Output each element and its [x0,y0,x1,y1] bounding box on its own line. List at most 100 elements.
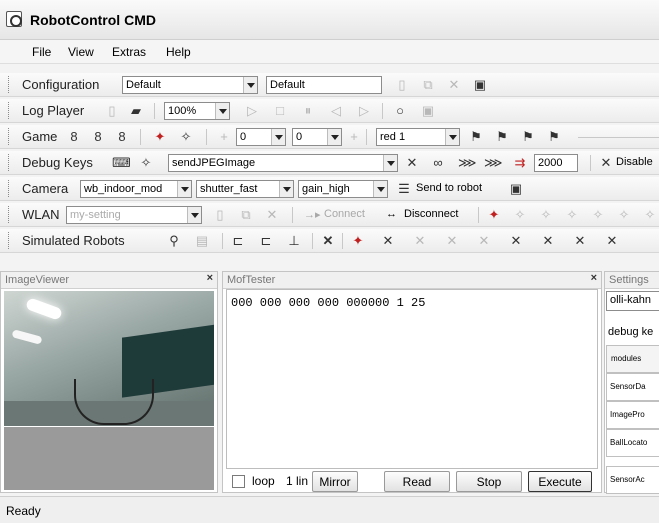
flag-icon[interactable]: ⚑ [520,129,536,145]
robot-icon[interactable]: ✦ [152,129,168,145]
infinity-icon[interactable]: ∞ [430,155,446,171]
delete-icon[interactable]: ✕ [446,77,462,93]
execute-button[interactable]: Execute [528,471,592,492]
robot-icon[interactable]: ✧ [564,207,580,223]
configuration-name-input[interactable]: Default [266,76,382,94]
plus-icon[interactable]: + [216,129,232,145]
wlan-setting-combo[interactable]: my-setting [66,206,202,224]
stop-button[interactable]: Stop [456,471,522,492]
menu-help[interactable]: Help [166,45,191,59]
module-row[interactable]: SensorDa [606,373,659,401]
send-icon[interactable]: ⋙ [458,155,477,171]
toolbar-grip[interactable] [8,232,10,249]
game-field1-combo[interactable]: 0 [236,128,286,146]
connect-button[interactable]: Connect [324,208,365,220]
mirror-button[interactable]: Mirror [312,471,358,492]
zoom-combo[interactable]: 100% [164,102,230,120]
send-icon[interactable]: ⋙ [484,155,503,171]
step-back-icon[interactable]: ◁ [328,103,344,119]
menu-extras[interactable]: Extras [112,45,146,59]
timer-icon[interactable]: ⇉ [512,155,528,171]
flag-icon[interactable]: ⚑ [468,129,484,145]
flag-icon[interactable]: ⚑ [546,129,562,145]
pause-icon[interactable]: ⏸ [300,103,316,119]
gain-combo[interactable]: gain_high [298,180,388,198]
drag-icon[interactable]: ✕ [604,233,620,249]
drag-icon[interactable]: ✕ [476,233,492,249]
close-icon[interactable]: ✕ [404,155,420,171]
robot-icon[interactable]: ✧ [616,207,632,223]
connect-icon: →▸ [304,209,321,221]
new-file-icon[interactable]: ▯ [104,103,120,119]
save-icon[interactable]: ▣ [472,77,488,93]
record-icon[interactable]: ○ [392,103,408,119]
team-combo[interactable]: red 1 [376,128,460,146]
toolbar-grip[interactable] [8,102,10,119]
shutter-combo[interactable]: shutter_fast [196,180,294,198]
loop-checkbox[interactable] [232,475,245,488]
drag-icon[interactable]: ✕ [572,233,588,249]
play-icon[interactable]: ▷ [244,103,260,119]
robot-icon[interactable]: ✧ [512,207,528,223]
module-row[interactable]: SensorAc [606,466,659,494]
debug-command-combo[interactable]: sendJPEGImage [168,154,398,172]
robot-icon[interactable]: ✦ [350,233,366,249]
robot-icon[interactable]: ✧ [178,129,194,145]
new-file-icon[interactable]: ▯ [212,207,228,223]
send-icon[interactable]: ☰ [396,181,412,197]
close-icon[interactable]: ✕ [598,155,614,171]
module-row[interactable]: ImagePro [606,401,659,429]
robot-state-icon[interactable]: 8 [66,129,82,145]
toolbar-grip[interactable] [8,76,10,93]
search-icon[interactable]: ⚲ [166,233,182,249]
close-icon[interactable]: ✕ [320,233,336,249]
close-icon[interactable]: × [207,272,213,284]
module-row[interactable]: BallLocato [606,429,659,457]
new-file-icon[interactable]: ▯ [394,77,410,93]
robot-icon[interactable]: ✧ [642,207,658,223]
game-field2-combo[interactable]: 0 [292,128,342,146]
copy-icon[interactable]: ⧉ [238,207,254,223]
open-folder-icon[interactable]: ▰ [128,103,144,119]
menu-view[interactable]: View [68,45,94,59]
robot-icon[interactable]: ✧ [538,207,554,223]
drag-icon[interactable]: ✕ [540,233,556,249]
screenshot-icon[interactable]: ▤ [194,233,210,249]
menu-file[interactable]: File [32,45,51,59]
move-icon[interactable]: ⊏ [230,233,246,249]
drag-icon[interactable]: ✕ [444,233,460,249]
close-icon[interactable]: × [591,272,597,284]
toolbar-grip[interactable] [8,154,10,171]
disable-button[interactable]: Disable [616,156,653,168]
robot-icon[interactable]: ✧ [590,207,606,223]
move-icon[interactable]: ⊥ [286,233,302,249]
robot-icon[interactable]: ✧ [138,155,154,171]
toolbar-grip[interactable] [8,128,10,145]
disconnect-button[interactable]: Disconnect [404,208,458,220]
robot-icon[interactable]: ✦ [486,207,502,223]
drag-icon[interactable]: ✕ [508,233,524,249]
configuration-combo[interactable]: Default [122,76,258,94]
save-icon[interactable]: ▣ [420,103,436,119]
step-forward-icon[interactable]: ▷ [356,103,372,119]
delete-icon[interactable]: ✕ [264,207,280,223]
flag-icon[interactable]: ⚑ [494,129,510,145]
robot-state-icon[interactable]: 8 [90,129,106,145]
toolbar-grip[interactable] [8,180,10,197]
read-button[interactable]: Read [384,471,450,492]
toolbar-grip[interactable] [8,206,10,223]
stop-icon[interactable]: □ [272,103,288,119]
settings-input[interactable]: olli-kahn [606,291,659,311]
camera-setting-combo[interactable]: wb_indoor_mod [80,180,192,198]
send-to-robot-button[interactable]: Send to robot [416,182,482,194]
robot-state-icon[interactable]: 8 [114,129,130,145]
copy-icon[interactable]: ⧉ [420,77,436,93]
drag-icon[interactable]: ✕ [412,233,428,249]
keyboard-icon[interactable]: ⌨ [112,155,131,171]
debug-interval-input[interactable]: 2000 [534,154,578,172]
mof-editor[interactable]: 000 000 000 000 000000 1 25 [226,289,598,469]
save-icon[interactable]: ▣ [508,181,524,197]
move-icon[interactable]: ⊏ [258,233,274,249]
drag-icon[interactable]: ✕ [380,233,396,249]
plus-icon[interactable]: + [346,129,362,145]
